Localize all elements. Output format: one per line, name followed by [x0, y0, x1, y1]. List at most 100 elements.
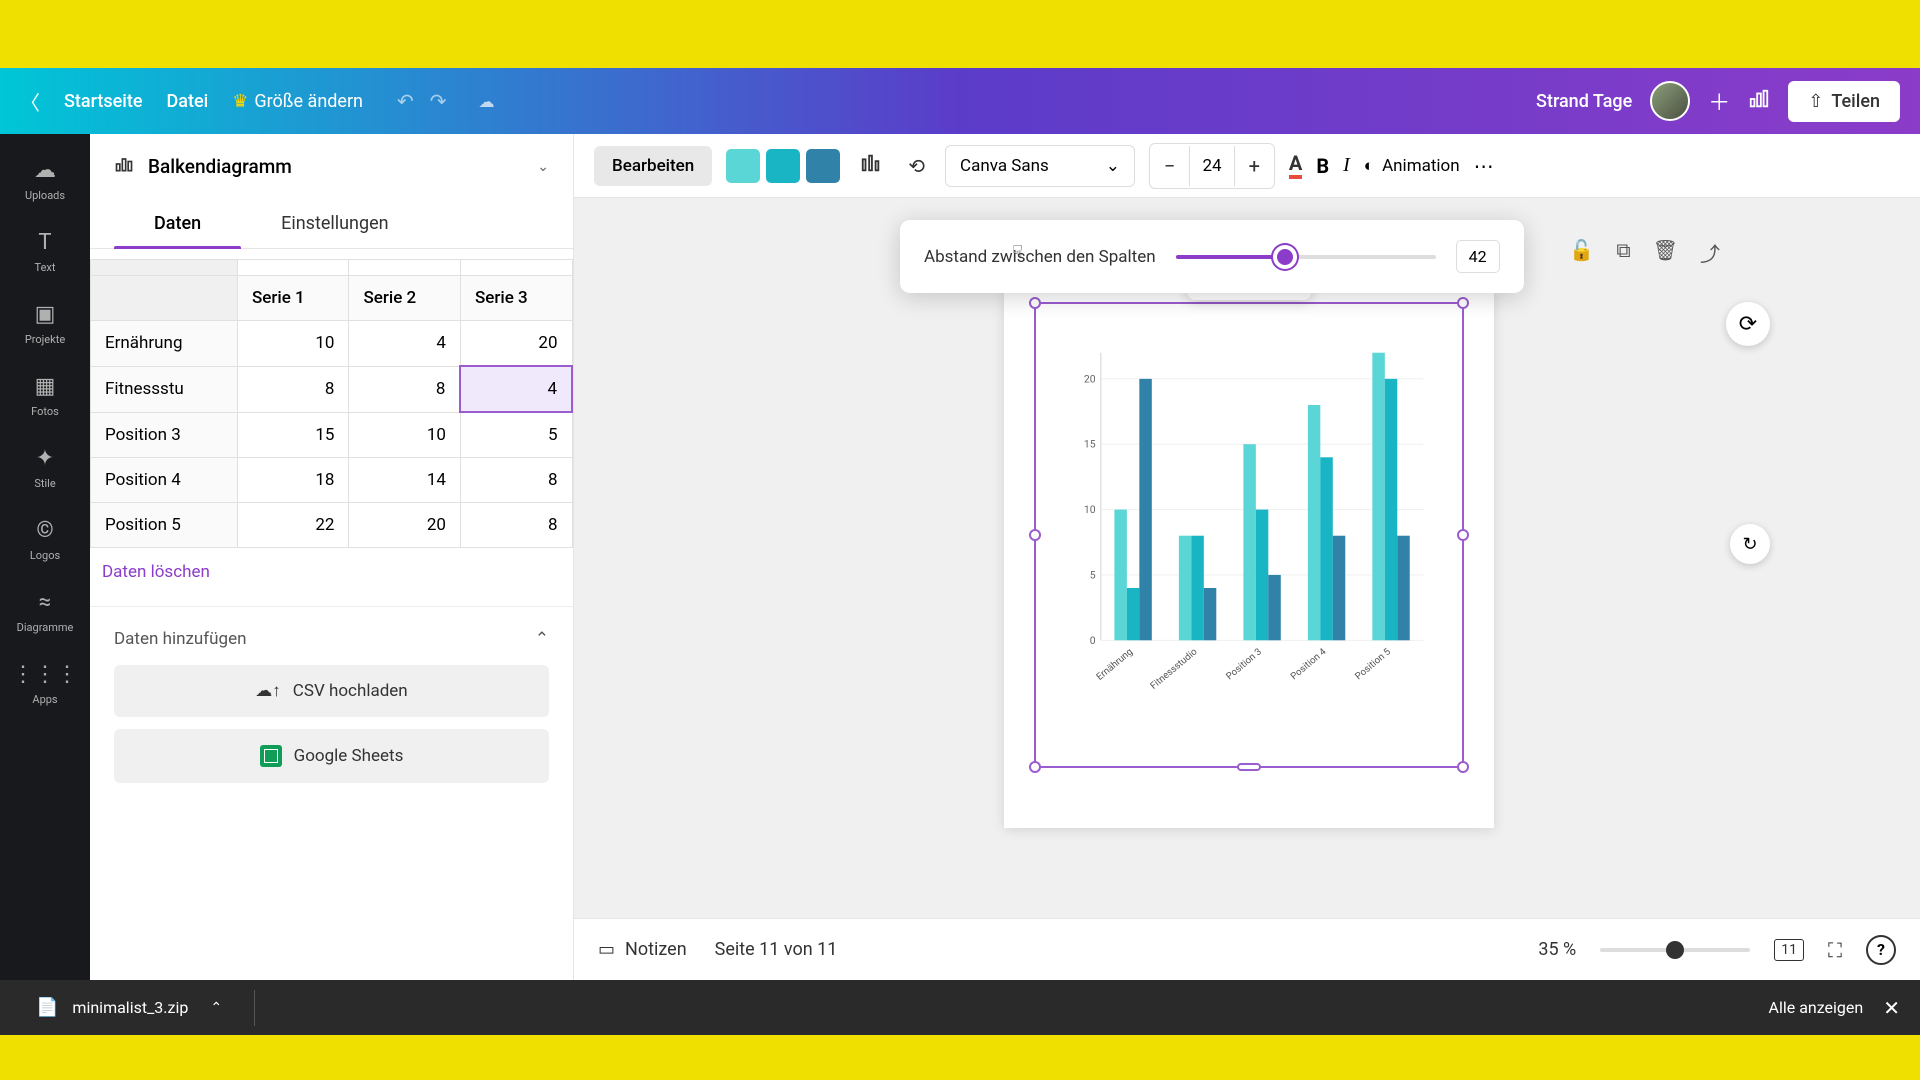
bold-button[interactable]: B — [1316, 154, 1329, 178]
add-data-toggle[interactable]: Daten hinzufügen ⌃ — [114, 623, 549, 665]
row-label[interactable]: Ernährung — [91, 321, 238, 367]
duplicate-page-button[interactable]: ⧉ — [1616, 238, 1630, 267]
italic-button[interactable]: I — [1343, 154, 1350, 177]
data-cell[interactable]: 22 — [237, 503, 349, 548]
share-button[interactable]: ⇧ Teilen — [1788, 81, 1900, 122]
color-swatch-0[interactable] — [726, 149, 760, 183]
column-header[interactable]: Serie 3 — [460, 276, 572, 321]
canvas-area[interactable]: Abstand zwischen den Spalten 42 ☟ 🔓 ⧉ 🗑 — [574, 198, 1920, 918]
data-table[interactable]: Serie 1Serie 2Serie 3Ernährung10420Fitne… — [90, 259, 573, 548]
row-label[interactable]: Fitnessstu — [91, 366, 238, 412]
refresh-chart-button[interactable]: ⟳ — [1726, 302, 1770, 346]
sidebar-item-fotos[interactable]: ▦Fotos — [0, 360, 90, 432]
spacing-slider[interactable] — [1176, 255, 1436, 259]
resize-handle-tl[interactable] — [1029, 297, 1041, 309]
animation-icon: ◐ — [1364, 156, 1374, 176]
upload-csv-button[interactable]: ☁↑ CSV hochladen — [114, 665, 549, 717]
delete-page-button[interactable]: 🗑 — [1653, 238, 1678, 267]
font-size-increase[interactable]: + — [1235, 144, 1274, 188]
row-label[interactable]: Position 3 — [91, 412, 238, 458]
resize-handle-bottom[interactable] — [1237, 763, 1261, 771]
data-cell[interactable]: 8 — [349, 366, 461, 412]
data-cell[interactable]: 15 — [237, 412, 349, 458]
bar-spacing-button[interactable] — [854, 146, 888, 185]
apps-icon: ⋮⋮⋮ — [12, 662, 78, 687]
user-avatar[interactable] — [1650, 81, 1690, 121]
sidebar-item-logos[interactable]: ©Logos — [0, 504, 90, 576]
svg-text:Ernährung: Ernährung — [1095, 646, 1136, 682]
insights-button[interactable] — [1748, 88, 1770, 115]
sidebar-item-uploads[interactable]: ☁Uploads — [0, 144, 90, 216]
row-label[interactable]: Position 5 — [91, 503, 238, 548]
bar-chart[interactable]: 05101520ErnährungFitnessstudioPosition 3… — [1066, 344, 1432, 710]
data-cell[interactable]: 20 — [349, 503, 461, 548]
color-swatch-2[interactable] — [806, 149, 840, 183]
undo-button[interactable]: ↶ — [397, 89, 414, 113]
zoom-slider-thumb[interactable] — [1666, 941, 1684, 959]
export-page-button[interactable]: ⤴ — [1700, 238, 1720, 267]
document-title[interactable]: Strand Tage — [1536, 91, 1632, 112]
font-selector[interactable]: Canva Sans ⌄ — [945, 145, 1135, 187]
data-cell[interactable]: 20 — [460, 321, 572, 367]
sidebar-item-text[interactable]: TText — [0, 216, 90, 288]
clear-data-link[interactable]: Daten löschen — [90, 548, 573, 596]
add-collaborator-button[interactable]: ＋ — [1708, 85, 1730, 117]
data-cell[interactable]: 5 — [460, 412, 572, 458]
spacing-value-input[interactable]: 42 — [1456, 240, 1500, 273]
spacing-slider-thumb[interactable] — [1273, 245, 1297, 269]
resize-handle-br[interactable] — [1457, 761, 1469, 773]
text-color-button[interactable]: A — [1289, 153, 1302, 179]
data-cell[interactable]: 10 — [349, 412, 461, 458]
google-sheets-button[interactable]: Google Sheets — [114, 729, 549, 783]
data-cell[interactable]: 8 — [237, 366, 349, 412]
tab-settings[interactable]: Einstellungen — [241, 199, 428, 248]
resize-handle-ml[interactable] — [1029, 529, 1041, 541]
close-download-bar[interactable]: ✕ — [1883, 996, 1900, 1020]
svg-text:Position 3: Position 3 — [1224, 646, 1264, 682]
home-link[interactable]: Startseite — [64, 91, 143, 112]
canvas-page[interactable]: ⧉ 🗑 ⋯ 05101520ErnährungFitnessstudioPosi… — [1004, 288, 1494, 828]
lock-button[interactable]: 🔓 — [1569, 238, 1594, 267]
sidebar-item-stile[interactable]: ✦Stile — [0, 432, 90, 504]
redo-button[interactable]: ↷ — [430, 89, 447, 113]
file-menu[interactable]: Datei — [167, 91, 209, 112]
column-header[interactable]: Serie 1 — [237, 276, 349, 321]
more-options-button[interactable]: ⋯ — [1474, 154, 1496, 178]
resize-button[interactable]: ♛ Größe ändern — [232, 91, 363, 112]
data-cell[interactable]: 8 — [460, 503, 572, 548]
column-header[interactable]: Serie 2 — [349, 276, 461, 321]
row-label[interactable]: Position 4 — [91, 458, 238, 503]
data-cell[interactable]: 4 — [460, 366, 572, 412]
animation-button[interactable]: ◐ Animation — [1364, 156, 1460, 176]
notes-button[interactable]: ▭ Notizen — [598, 939, 687, 960]
data-cell[interactable]: 8 — [460, 458, 572, 503]
fullscreen-button[interactable]: ⛶ — [1828, 938, 1842, 962]
data-cell[interactable]: 4 — [349, 321, 461, 367]
zoom-level[interactable]: 35 % — [1538, 939, 1576, 960]
tab-data[interactable]: Daten — [114, 199, 241, 248]
help-button[interactable]: ? — [1866, 935, 1896, 965]
zoom-slider[interactable] — [1600, 948, 1750, 952]
back-button[interactable]: 〈 — [20, 87, 40, 116]
font-size-decrease[interactable]: − — [1150, 144, 1189, 188]
download-item[interactable]: 📄 minimalist_3.zip ⌃ — [20, 989, 238, 1026]
data-cell[interactable]: 14 — [349, 458, 461, 503]
resize-handle-bl[interactable] — [1029, 761, 1041, 773]
resize-handle-mr[interactable] — [1457, 529, 1469, 541]
grid-view-button[interactable]: 11 — [1774, 939, 1804, 961]
edit-button[interactable]: Bearbeiten — [594, 146, 712, 186]
sidebar-item-projekte[interactable]: ▣Projekte — [0, 288, 90, 360]
resize-handle-tr[interactable] — [1457, 297, 1469, 309]
chart-type-selector[interactable]: Balkendiagramm ⌄ — [90, 134, 573, 199]
sidebar-item-diagramme[interactable]: ≈Diagramme — [0, 576, 90, 648]
data-cell[interactable]: 10 — [237, 321, 349, 367]
projekte-icon: ▣ — [35, 302, 56, 327]
flip-button[interactable]: ⟲ — [902, 148, 931, 184]
show-all-downloads[interactable]: Alle anzeigen — [1769, 998, 1864, 1017]
rotate-handle[interactable]: ↻ — [1730, 524, 1770, 564]
sidebar-item-apps[interactable]: ⋮⋮⋮Apps — [0, 648, 90, 720]
font-size-value[interactable]: 24 — [1189, 146, 1234, 186]
table-corner[interactable] — [91, 276, 238, 321]
color-swatch-1[interactable] — [766, 149, 800, 183]
data-cell[interactable]: 18 — [237, 458, 349, 503]
